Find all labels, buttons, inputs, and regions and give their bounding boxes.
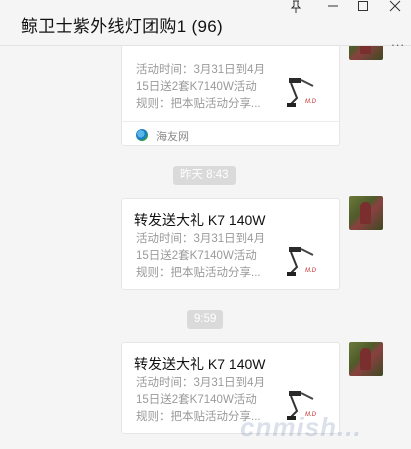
- source-label: 海友网: [156, 131, 189, 143]
- card-source: 海友网: [122, 121, 339, 147]
- thumb-mark: M.D: [305, 268, 316, 274]
- time-divider: 9:59: [187, 310, 224, 329]
- link-card[interactable]: 转发送大礼 K7 140W 活动时间：3月31日到4月 15日送2套K7140W…: [121, 198, 340, 290]
- link-thumbnail: M.D: [283, 241, 329, 283]
- close-icon[interactable]: [384, 0, 406, 14]
- chat-header: 鲸卫士紫外线灯团购1 (96) ...: [0, 0, 411, 49]
- card-desc-line: 规则：把本贴活动分享...: [136, 98, 261, 110]
- chat-title: 鲸卫士紫外线灯团购1 (96): [21, 17, 223, 36]
- message-list[interactable]: 活动时间：3月31日到4月 15日送2套K7140W活动 规则：把本贴活动分享.…: [0, 46, 411, 449]
- pin-icon[interactable]: [285, 0, 307, 14]
- link-thumbnail: M.D: [283, 72, 329, 114]
- card-desc-line: 活动时间：3月31日到4月: [136, 64, 266, 76]
- card-title: 转发送大礼 K7 140W: [134, 212, 266, 228]
- card-desc-line: 15日送2套K7140W活动: [136, 394, 257, 406]
- card-desc-line: 活动时间：3月31日到4月: [136, 233, 266, 245]
- card-desc-line: 活动时间：3月31日到4月: [136, 377, 266, 389]
- minimize-icon[interactable]: [322, 0, 344, 14]
- more-options-icon[interactable]: ...: [391, 34, 405, 49]
- maximize-icon[interactable]: [352, 0, 374, 14]
- link-card[interactable]: 活动时间：3月31日到4月 15日送2套K7140W活动 规则：把本贴活动分享.…: [121, 46, 340, 146]
- watermark: cnmish...: [240, 412, 362, 442]
- source-logo-icon: [136, 129, 148, 141]
- card-desc-line: 规则：把本贴活动分享...: [136, 267, 261, 279]
- thumb-mark: M.D: [305, 99, 316, 105]
- time-divider: 昨天 8:43: [173, 166, 236, 185]
- card-desc-line: 15日送2套K7140W活动: [136, 250, 257, 262]
- avatar[interactable]: [349, 46, 383, 60]
- avatar[interactable]: [349, 196, 383, 230]
- card-desc-line: 15日送2套K7140W活动: [136, 81, 257, 93]
- avatar[interactable]: [349, 342, 383, 376]
- card-title: 转发送大礼 K7 140W: [134, 356, 266, 372]
